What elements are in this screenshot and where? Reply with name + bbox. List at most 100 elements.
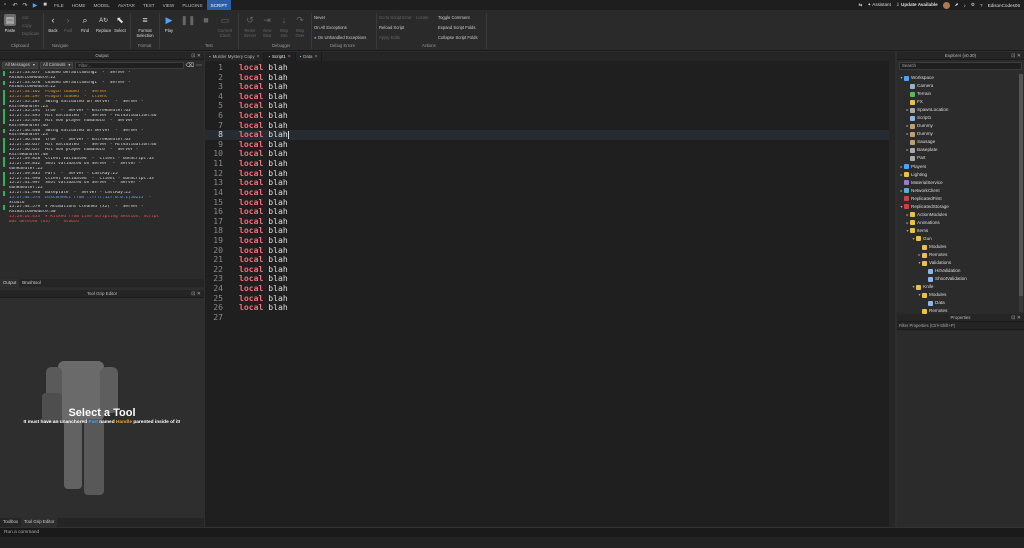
explorer-scrollbar[interactable] [1019,74,1023,312]
redo-icon[interactable]: ↷ [22,2,28,9]
code-line[interactable]: 18 local blah [205,226,889,236]
scrollbar-thumb[interactable] [1019,74,1023,296]
back-button[interactable]: ‹ Back [47,14,59,33]
code-line[interactable]: 21 local blah [205,254,889,265]
context-filter-dropdown[interactable]: All Contexts ▾ [40,61,74,69]
code-line[interactable]: 23 local blah [205,274,889,284]
bell-icon[interactable]: ♪ [964,3,966,8]
close-icon[interactable]: × [288,54,291,60]
replace-button[interactable]: A↻ Replace [96,14,111,34]
explorer-item[interactable]: Script1 [897,114,1018,122]
locate-button[interactable]: Locate [416,15,429,20]
tab-script1[interactable]: ▪ Script1 × [264,52,296,61]
code-line[interactable]: 10 local blah [205,149,889,159]
explorer-item[interactable]: ReplicatedFirst [897,195,1018,203]
editor-scrollbar[interactable] [889,61,895,527]
close-icon[interactable]: × [257,54,260,60]
explorer-item[interactable]: ▾ Validations [897,259,1018,267]
go-to-error-button[interactable]: Go to Script Error [379,15,412,20]
explorer-item[interactable]: ▸ NetworkClient [897,187,1018,195]
explorer-item[interactable]: ▸ ActionModules [897,211,1018,219]
paste-button[interactable]: ▤ Paste [4,14,16,33]
properties-filter-input[interactable]: Filter Properties (Ctrl+Shift+P) [897,322,1024,330]
explorer-item[interactable]: ▸ Dummy [897,130,1018,138]
update-available-button[interactable]: ⇩ Update Available [896,2,938,8]
debug-all-exceptions-option[interactable]: On All Exceptions [314,25,347,30]
explorer-item[interactable]: Modules [897,243,1018,251]
menu-test[interactable]: TEST [139,0,159,10]
explorer-item[interactable]: HitValidation [897,267,1018,275]
undo-icon[interactable]: ↶ [12,2,18,9]
explorer-item[interactable]: ▾ Workspace [897,74,1018,82]
code-line[interactable]: 2 local blah [205,72,889,83]
command-bar-input[interactable]: Run a command [0,527,1024,537]
username-label[interactable]: EdisonCodes06 [988,3,1020,8]
tool-grip-viewport[interactable]: Select a Tool It must have an unanchored… [0,298,204,518]
explorer-item[interactable]: ▾ Gun [897,235,1018,243]
collapse-folds-button[interactable]: Collapse Script Folds [438,35,478,40]
explorer-item[interactable]: Sausage [897,138,1018,146]
tab-output[interactable]: Output [0,279,20,287]
explorer-item[interactable]: Data [897,299,1018,307]
code-line[interactable]: 11 local blah [205,158,889,169]
code-line[interactable]: 13 local blah [205,178,889,188]
tab-toolbox[interactable]: Toolbox [0,518,21,527]
clear-output-icon[interactable]: ⌫ [186,62,194,69]
settings-icon[interactable]: ⚙ [971,2,975,8]
code-line[interactable]: 15 local blah [205,197,889,208]
cut-button[interactable]: Cut [22,15,29,20]
explorer-item[interactable]: FX [897,98,1018,106]
message-filter-dropdown[interactable]: All Messages ▾ [2,61,39,69]
step-into-button[interactable]: ↓ Step Into [277,14,291,38]
explorer-item[interactable]: Part [897,154,1018,162]
debug-unhandled-option[interactable]: ● On Unhandled Exceptions [314,35,366,40]
code-line[interactable]: 8 local blah [205,129,889,140]
stop-button[interactable]: ■ [200,14,212,28]
panel-controls[interactable]: ⊡ ✕ [1011,314,1021,322]
step-over-button[interactable]: ↷ Step Over [293,14,307,39]
share-icon[interactable]: ⬈ [955,2,959,8]
tab-murder-mystery-copy[interactable]: ▪ Murder Mystery Copy × [205,52,265,61]
duplicate-button[interactable]: Duplicate [22,31,39,36]
apply-edits-button[interactable]: Apply Edits [379,35,400,40]
code-line[interactable]: 24 local blah [205,283,889,294]
explorer-item[interactable]: ▸ Baseplate [897,146,1018,154]
code-line[interactable]: 9 local blah [205,139,889,150]
code-line[interactable]: 4 local blah [205,91,889,102]
avatar[interactable] [942,1,950,9]
explorer-item[interactable]: ▾ ReplicatedStorage [897,203,1018,211]
explorer-item[interactable]: Camera [897,82,1018,90]
menu-view[interactable]: VIEW [159,0,179,10]
current-client-button[interactable]: ▭ Current Client [217,14,233,39]
select-button[interactable]: ⬉ Select [114,14,126,34]
explorer-item[interactable]: MaterialService [897,179,1018,187]
tab-brushtool[interactable]: Brushtool [19,279,44,287]
more-icon[interactable]: ⋯ [196,62,202,69]
close-icon[interactable]: × [314,54,317,60]
code-line[interactable]: 25 local blah [205,293,889,304]
menu-model[interactable]: MODEL [89,0,113,10]
collab-icon[interactable]: ⇆ [859,2,863,8]
save-icon[interactable]: ▫ [2,2,8,8]
code-line[interactable]: 6 local blah [205,110,889,121]
menu-script[interactable]: SCRIPT [206,0,232,10]
play-quick-icon[interactable]: ▶ [32,2,38,9]
play-button[interactable]: ▶ Play [163,14,175,34]
explorer-item[interactable]: ▾ Knife [897,283,1018,291]
explorer-item[interactable]: ▸ Lighting [897,171,1018,179]
code-line[interactable]: 27 [205,312,889,323]
reset-server-button[interactable]: ↺ Reset Server [242,14,258,39]
toggle-comment-button[interactable]: Toggle Comment [438,15,470,20]
panel-controls[interactable]: ⊡ ✕ [1011,52,1021,60]
explorer-item[interactable]: ▸ Players [897,163,1018,171]
explorer-item[interactable]: ShootValidation [897,275,1018,283]
code-area[interactable]: 1 local blah 2 local blah 3 local blah 4 local … [205,62,889,323]
assistant-button[interactable]: ✦ Assistant [867,2,891,8]
explorer-item[interactable]: Terrain [897,90,1018,98]
reload-script-button[interactable]: Reload Script [379,25,404,30]
pause-button[interactable]: ❚❚ [180,14,195,28]
find-button[interactable]: ⌕ Find [79,14,91,34]
stop-quick-icon[interactable]: ■ [42,2,48,8]
help-icon[interactable]: ? [980,3,983,8]
code-line[interactable]: 19 local blah [205,235,889,246]
